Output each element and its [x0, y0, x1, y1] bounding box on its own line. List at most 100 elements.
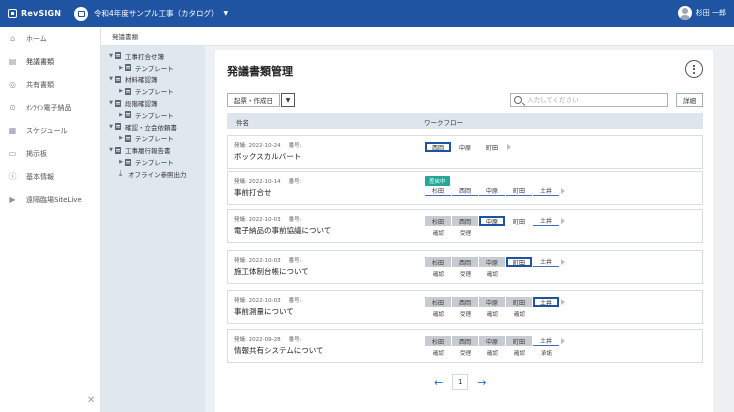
document-icon [125, 64, 131, 72]
document-icon [115, 123, 121, 131]
table-row[interactable]: 発議: 2022-10-03 番号: 電子納品の事前協議について 杉田 西岡 中原 町田 土井… [227, 209, 703, 243]
workflow-step[interactable]: 杉田 [425, 186, 451, 196]
brand-logo[interactable]: RevSIGN [8, 9, 66, 18]
workflow-step[interactable]: 中原 [479, 257, 505, 267]
table-row[interactable]: 発議: 2022-10-03 番号: 施工体制台帳について 杉田 西岡 中原 町田 土井 確認 受… [227, 250, 703, 284]
workflow-step[interactable]: 西岡 [452, 186, 478, 196]
more-options-icon[interactable] [685, 60, 703, 78]
tree-template[interactable]: ▶ テンプレート [101, 109, 205, 121]
workflow-step[interactable]: 町田 [506, 336, 532, 346]
expand-right-icon[interactable]: ▶ [117, 65, 125, 71]
workflow-step[interactable]: 中原 [479, 216, 505, 226]
expand-down-icon[interactable]: ▼ [107, 100, 115, 106]
sidebar-item[interactable]: ⊙ ｵﾝﾗｲﾝ電子納品 [0, 96, 100, 119]
workflow: 西岡 中原 町田 [425, 142, 511, 152]
workflow-step[interactable]: 町田 [506, 216, 532, 226]
workflow-step[interactable]: 杉田 [425, 297, 451, 307]
workflow-step[interactable]: 西岡 [452, 257, 478, 267]
tree-folder[interactable]: ▼ 工事履行報告書 [101, 144, 205, 156]
workflow-step[interactable]: 中原 [479, 186, 505, 196]
workflow-step[interactable]: 土井 [533, 186, 559, 196]
document-icon [125, 158, 131, 166]
workflow-step[interactable]: 土井 [533, 257, 559, 267]
table-row[interactable]: 発議: 2022-09-28 番号: 情報共有システムについて 杉田 西岡 中原 町田 土井確… [227, 329, 703, 363]
next-page-icon[interactable]: → [477, 376, 486, 389]
workflow-step[interactable]: 中原 [479, 297, 505, 307]
tree-folder[interactable]: ▼ 工事打合せ簿 [101, 50, 205, 62]
sidebar-item[interactable]: ▤ 発議書類 [0, 50, 100, 73]
row-title: 事前打合せ [234, 188, 272, 197]
document-icon [125, 87, 131, 95]
expand-right-icon[interactable]: ▶ [117, 88, 125, 94]
table-row[interactable]: 発議: 2022-10-14 番号: 事前打合せ 差戻中 杉田 西岡 中原 町田 土井 [227, 171, 703, 205]
close-icon[interactable]: ✕ [87, 395, 95, 406]
workflow-step[interactable]: 土井 [533, 216, 559, 226]
workflow-step[interactable]: 杉田 [425, 216, 451, 226]
workflow-step[interactable]: 西岡 [452, 297, 478, 307]
row-number: 番号: [288, 337, 302, 343]
row-number: 番号: [288, 217, 302, 223]
tree-folder[interactable]: ▼ 確認・立会依頼書 [101, 121, 205, 133]
workflow-step[interactable]: 町田 [479, 142, 505, 152]
search-input[interactable] [527, 96, 657, 104]
breadcrumb-item[interactable]: 発議書類 [112, 31, 138, 41]
row-number: 番号: [288, 298, 302, 304]
tree-template[interactable]: ▶ テンプレート [101, 156, 205, 168]
tree-template[interactable]: ▶ テンプレート [101, 133, 205, 145]
workflow-step[interactable]: 町田 [506, 257, 532, 267]
expand-down-icon[interactable]: ▼ [107, 76, 115, 82]
row-meta: 発議: 2022-10-24 番号: [234, 141, 301, 149]
sidebar-item[interactable]: ▦ スケジュール [0, 119, 100, 142]
expand-right-icon[interactable]: ▶ [117, 135, 125, 141]
workflow-step[interactable]: 土井 [533, 297, 559, 307]
workflow-step[interactable]: 西岡 [425, 142, 451, 152]
workflow: 杉田 西岡 中原 町田 土井 [425, 186, 565, 196]
approval-status: 受理 [459, 272, 471, 278]
workflow-step[interactable]: 中原 [452, 142, 478, 152]
document-icon: ▤ [8, 57, 17, 66]
expand-down-icon[interactable]: ▼ [107, 147, 115, 153]
tree-template[interactable]: ▶ テンプレート [101, 85, 205, 97]
column-header-workflow: ワークフロー [424, 119, 463, 127]
page-number[interactable]: 1 [452, 374, 469, 390]
tree-folder[interactable]: ▼ 材料確認簿 [101, 74, 205, 86]
expand-down-icon[interactable]: ▼ [107, 124, 115, 130]
tree-label: テンプレート [135, 88, 174, 97]
document-icon [125, 111, 131, 119]
sidebar-item[interactable]: ⓘ 基本情報 [0, 165, 100, 188]
offline-export-link[interactable]: ⤓ オフライン参照出力 [101, 168, 205, 180]
workflow-step[interactable]: 杉田 [425, 336, 451, 346]
app-header: RevSIGN 令和4年度サンプル工事（カタログ） ▼ 杉田 一郎 [0, 0, 734, 27]
workflow-step[interactable]: 西岡 [452, 216, 478, 226]
sidebar-item[interactable]: ▶ 遠隔臨場SiteLive [0, 188, 100, 211]
expand-down-icon[interactable]: ▼ [107, 53, 115, 59]
expand-right-icon[interactable]: ▶ [117, 112, 125, 118]
sidebar-item[interactable]: ◎ 共有書類 [0, 73, 100, 96]
cloud-icon: ⊙ [9, 103, 16, 112]
tree-folder[interactable]: ▼ 段階確認簿 [101, 97, 205, 109]
prev-page-icon[interactable]: ← [434, 376, 443, 389]
table-row[interactable]: 発議: 2022-10-03 番号: 事前測量について 杉田 西岡 中原 町田 土井 確認 受理確… [227, 290, 703, 324]
table-row[interactable]: 発議: 2022-10-24 番号: ボックスカルバート 西岡 中原 町田 [227, 135, 703, 169]
workflow-step[interactable]: 土井 [533, 336, 559, 346]
tree-label: テンプレート [135, 64, 174, 73]
user-menu[interactable]: 杉田 一郎 [677, 6, 726, 20]
project-selector[interactable]: 令和4年度サンプル工事（カタログ） ▼ [74, 6, 228, 21]
sort-dropdown-button[interactable]: ▼ [281, 93, 295, 107]
workflow-step[interactable]: 町田 [506, 297, 532, 307]
expand-right-icon[interactable]: ▶ [117, 159, 125, 165]
tree-template[interactable]: ▶ テンプレート [101, 62, 205, 74]
row-title: 電子納品の事前協議について [234, 226, 332, 235]
workflow-step[interactable]: 杉田 [425, 257, 451, 267]
sidebar-item[interactable]: ⌂ ホーム [0, 27, 100, 50]
workflow-step[interactable]: 中原 [479, 336, 505, 346]
sidebar-item[interactable]: ▭ 掲示板 [0, 142, 100, 165]
approval-status: 受理 [459, 351, 471, 357]
workflow-step[interactable]: 町田 [506, 186, 532, 196]
workflow: 杉田 西岡 中原 町田 土井 [425, 336, 565, 346]
workflow-step[interactable]: 西岡 [452, 336, 478, 346]
workflow: 杉田 西岡 中原 町田 土井 [425, 297, 565, 307]
sort-button[interactable]: 起票・作成日 [227, 93, 280, 107]
scrollbar[interactable] [713, 50, 718, 412]
detail-search-button[interactable]: 詳細 [676, 93, 703, 107]
